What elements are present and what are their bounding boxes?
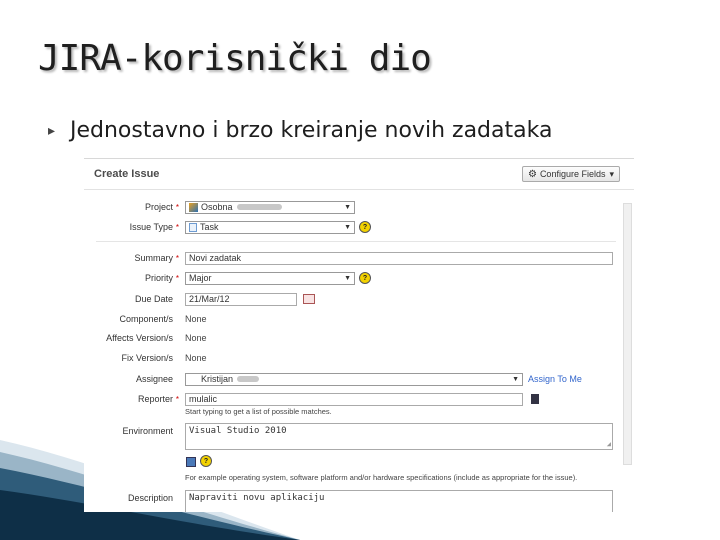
assignee-select[interactable]: Kristijan ▼ <box>185 372 523 386</box>
help-icon[interactable]: ? <box>359 221 371 233</box>
due-date-row: Due Date 21/Mar/12 <box>84 291 315 307</box>
help-icon[interactable]: ? <box>200 455 212 467</box>
issue-type-select[interactable]: Task ▼ <box>185 220 355 234</box>
configure-fields-button[interactable]: ⚙ Configure Fields ▾ <box>521 166 620 182</box>
reporter-label: Reporter * <box>137 394 179 404</box>
chevron-down-icon: ▼ <box>344 203 351 211</box>
user-picker-icon[interactable] <box>531 394 539 404</box>
fix-versions-value: None <box>185 353 207 363</box>
priority-row: Priority * Major ▼ ? <box>84 270 371 286</box>
components-row: Component/s None <box>84 311 207 327</box>
chevron-down-icon: ▾ <box>609 168 614 179</box>
project-icon <box>189 202 198 212</box>
configure-fields-label: Configure Fields <box>539 169 606 179</box>
chevron-down-icon: ▼ <box>344 274 351 282</box>
project-select[interactable]: Osobna ▼ <box>185 200 355 214</box>
chevron-down-icon: ▼ <box>512 375 519 383</box>
reporter-hint: Start typing to get a list of possible m… <box>185 407 332 416</box>
due-date-input[interactable]: 21/Mar/12 <box>185 292 297 306</box>
resize-handle-icon[interactable]: ◢ <box>607 440 611 448</box>
components-value: None <box>185 314 207 324</box>
scrollbar[interactable] <box>623 203 632 465</box>
description-textarea[interactable]: Napraviti novu aplikaciju <box>185 490 613 512</box>
priority-select[interactable]: Major ▼ <box>185 271 355 285</box>
affects-versions-row: Affects Version/s None <box>84 330 207 346</box>
bullet-text: Jednostavno i brzo kreiranje novih zadat… <box>70 118 553 143</box>
issue-type-row: Issue Type * Task ▼ ? <box>84 219 371 235</box>
fix-versions-row: Fix Version/s None <box>84 350 207 366</box>
issue-type-label: Issue Type * <box>129 222 179 232</box>
summary-label: Summary * <box>134 253 179 263</box>
description-row: Description <box>84 490 179 506</box>
bullet-arrow-icon: ▸ <box>48 122 56 138</box>
calendar-icon[interactable] <box>303 294 315 304</box>
assign-to-me-link[interactable]: Assign To Me <box>528 374 582 384</box>
help-icon[interactable]: ? <box>359 272 371 284</box>
divider <box>96 241 616 242</box>
reporter-row: Reporter * mulalic <box>84 391 539 407</box>
create-issue-screenshot: Create Issue ⚙ Configure Fields ▾ Projec… <box>84 158 634 512</box>
chevron-down-icon: ▼ <box>344 223 351 231</box>
project-row: Project * Osobna ▼ <box>84 199 355 215</box>
environment-textarea[interactable]: Visual Studio 2010 ◢ <box>185 423 613 450</box>
description-label: Description <box>127 493 173 503</box>
priority-label: Priority * <box>144 273 179 283</box>
components-label: Component/s <box>119 314 173 324</box>
summary-row: Summary * Novi zadatak <box>84 250 613 266</box>
bullet-item: ▸ Jednostavno i brzo kreiranje novih zad… <box>48 118 552 143</box>
project-label: Project * <box>144 202 179 212</box>
dialog-header: Create Issue ⚙ Configure Fields ▾ <box>84 159 634 190</box>
affects-versions-label: Affects Version/s <box>106 333 173 343</box>
wiki-markup-icon[interactable] <box>186 457 196 467</box>
dialog-title: Create Issue <box>94 168 160 180</box>
gear-icon: ⚙ <box>527 168 537 180</box>
slide-title: JIRA-korisnički dio <box>38 38 432 79</box>
affects-versions-value: None <box>185 333 207 343</box>
environment-row: Environment <box>84 423 179 439</box>
due-date-label: Due Date <box>134 294 173 304</box>
environment-label: Environment <box>122 426 173 436</box>
task-icon <box>189 222 197 232</box>
environment-hint: For example operating system, software p… <box>185 473 578 482</box>
assignee-label: Assignee <box>135 374 173 384</box>
fix-versions-label: Fix Version/s <box>121 353 173 363</box>
summary-input[interactable]: Novi zadatak <box>185 251 613 265</box>
reporter-input[interactable]: mulalic <box>185 392 523 406</box>
assignee-row: Assignee Kristijan ▼ Assign To Me <box>84 371 582 387</box>
